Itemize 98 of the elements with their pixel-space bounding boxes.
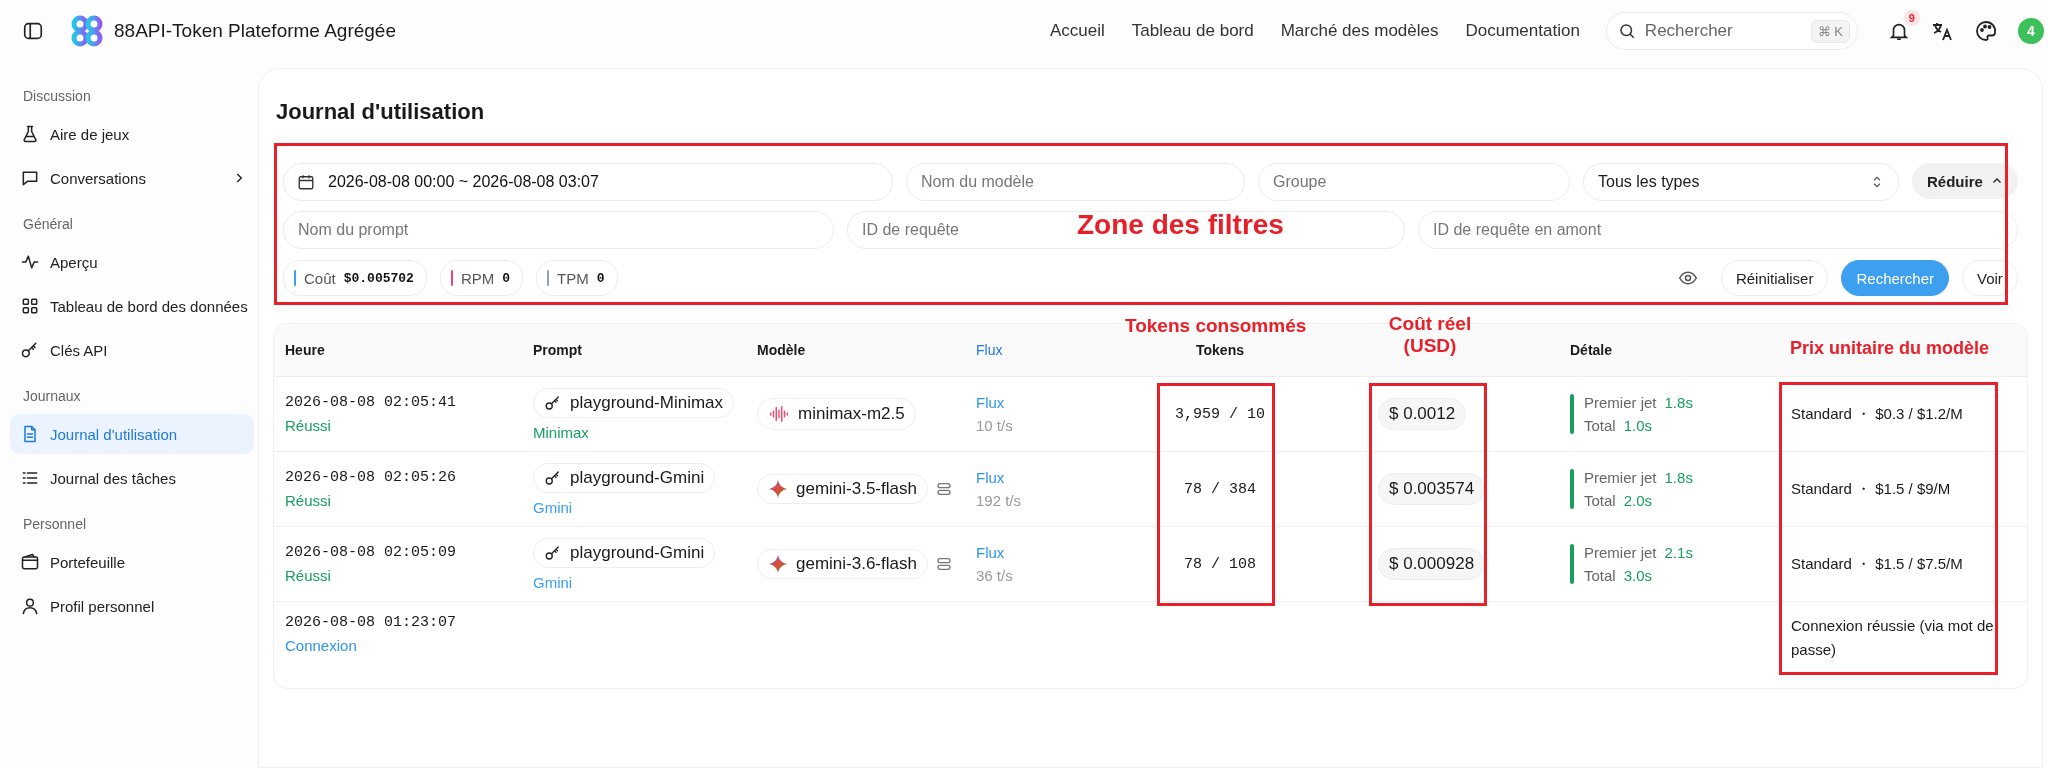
sidebar-item[interactable]: Profil personnel [10,586,254,626]
date-range-field[interactable]: 2026-08-08 00:00 ~ 2026-08-08 03:07 [283,163,893,201]
sidebar-item[interactable]: Conversations [10,158,254,198]
calendar-icon [297,173,315,191]
waveform-icon [768,403,790,425]
column-header: Détale [1570,342,1614,358]
grid-icon [20,296,40,316]
sidebar-item[interactable]: Clés API [10,330,254,370]
sparkle-icon [768,479,788,499]
timestamp: 2026-08-08 01:23:07 [285,614,457,631]
first-token-time: Premier jet 1.8s [1584,469,1693,486]
column-header: Prompt [533,342,583,358]
status-label: Réussi [285,492,331,509]
price-text: Standard ・ $1.5 / $7.5/M [1790,554,1964,574]
login-detail-text: Connexion réussie (via mot de passe) [1790,616,1995,660]
first-token-time: Premier jet 2.1s [1584,544,1693,561]
status-label: Réussi [285,567,331,584]
stat-label: Coût [304,269,336,287]
stat-value: $0.005702 [343,270,414,286]
eye-icon[interactable] [1677,268,1698,288]
section-label: Journaux [22,387,82,406]
wallet-icon [20,552,40,572]
status-label: Réussi [285,417,331,434]
action-button[interactable]: Réinitialiser [1720,260,1829,296]
type-select[interactable]: Tous les types [1583,163,1899,201]
speed-text: 10 t/s [976,417,1013,434]
stream-label: Flux [976,544,1005,561]
sidebar-toggle-icon[interactable] [22,20,44,42]
logo-icon [70,14,104,48]
annotation-label: Coût réel (USD) [1387,313,1473,357]
price-text: Standard ・ $0.3 / $1.2/M [1790,404,1964,424]
timestamp: 2026-08-08 02:05:26 [285,469,457,486]
nav-link[interactable]: Accueil [1049,21,1105,41]
column-header: Modèle [757,342,807,358]
timestamp: 2026-08-08 02:05:41 [285,394,457,411]
group-label: Minimax [533,423,589,441]
annotation-label: Prix unitaire du modèle [1790,338,1990,359]
sidebar-item[interactable]: Aire de jeux [10,114,254,154]
chat-bubble-icon [20,168,40,188]
sidebar-item[interactable]: Portefeuille [10,542,254,582]
page-title: Journal d'utilisation [275,98,486,126]
pulse-line-icon [20,252,40,272]
stat-label: RPM [460,269,495,287]
timestamp: 2026-08-08 02:05:09 [285,544,457,561]
key-icon [544,543,562,562]
text-input-field[interactable]: Groupe [1258,163,1570,201]
group-label: Gmini [533,573,573,591]
stat-label: TPM [557,269,589,287]
sidebar-item[interactable]: Aperçu [10,242,254,282]
flask-icon [20,124,40,144]
search-icon [1617,22,1636,40]
annotation-label: Tokens consommés [1125,315,1307,337]
total-time: Total 2.0s [1584,492,1653,509]
speed-text: 36 t/s [976,567,1013,584]
action-button[interactable]: Voir [1962,260,2018,296]
notification-badge: 9 [1903,10,1920,26]
cost-value: $ 0.003574 [1378,473,1486,505]
key-icon [20,340,40,360]
column-header: Heure [285,342,326,358]
first-token-time: Premier jet 1.8s [1584,394,1693,411]
stream-label: Flux [976,469,1005,486]
sidebar-item[interactable]: Tableau de bord des données [10,286,254,326]
text-input-field[interactable]: ID de requête en amont [1418,211,2018,249]
group-label: Gmini [533,498,573,516]
nav-link[interactable]: Documentation [1465,21,1580,41]
total-time: Total 1.0s [1584,417,1653,434]
shortcut-hint: ⌘ K [1810,20,1850,43]
speed-text: 192 t/s [976,492,1022,509]
key-icon [544,393,562,412]
cost-value: $ 0.000928 [1378,548,1486,580]
user-icon [20,596,40,616]
app-title: 88API-Token Plateforme Agrégée [114,20,396,42]
sparkle-icon [768,554,788,574]
collapse-button[interactable]: Réduire [1912,163,2018,199]
token-count: 78 / 108 [1184,555,1256,573]
column-header[interactable]: Flux [976,342,1150,358]
total-time: Total 3.0s [1584,567,1653,584]
status-label: Connexion [285,637,357,654]
annotation-label: Zone des filtres [1077,209,1284,241]
key-icon [544,468,562,487]
sidebar-item[interactable]: Journal des tâches [10,458,254,498]
text-input-field[interactable]: Nom du modèle [906,163,1245,201]
section-label: Discussion [22,87,92,106]
nav-link[interactable]: Marché des modèles [1280,21,1439,41]
section-label: Personnel [22,515,88,534]
stream-label: Flux [976,394,1005,411]
text-input-field[interactable]: Nom du prompt [283,211,834,249]
nav-link[interactable]: Tableau de bord [1131,21,1254,41]
section-label: Général [22,215,74,234]
palette-icon[interactable] [1973,19,1998,43]
token-count: 3,959 / 10 [1175,405,1265,423]
token-count: 78 / 384 [1184,480,1256,498]
stat-value: 0 [596,270,605,286]
cost-value: $ 0.0012 [1378,398,1467,430]
sidebar-item[interactable]: Journal d'utilisation [10,414,254,454]
column-header: Tokens [1196,342,1244,358]
price-text: Standard ・ $1.5 / $9/M [1790,479,1952,499]
stat-value: 0 [502,270,511,286]
